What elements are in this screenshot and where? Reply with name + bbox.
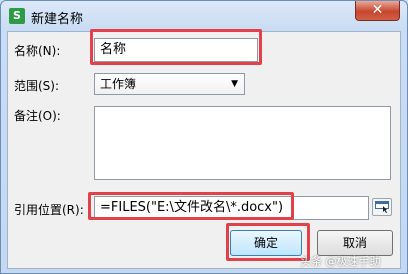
scope-select[interactable]: 工作簿 ▼ xyxy=(94,73,245,95)
refers-to-input[interactable]: =FILES("E:\文件改名\*.docx") xyxy=(94,196,369,220)
new-name-dialog: S 新建名称 ✕ 名称(N): 名称 范围(S): 工作簿 ▼ 备注(O): 引… xyxy=(0,0,408,274)
close-button[interactable]: ✕ xyxy=(355,1,400,21)
range-select-button[interactable] xyxy=(372,198,392,216)
title-bar[interactable]: S 新建名称 xyxy=(1,1,407,31)
spreadsheet-app-icon: S xyxy=(9,8,25,24)
name-input[interactable]: 名称 xyxy=(94,38,258,62)
scope-label: 范围(S): xyxy=(14,79,60,93)
dialog-title: 新建名称 xyxy=(31,12,84,27)
dialog-body: 名称(N): 名称 范围(S): 工作簿 ▼ 备注(O): 引用位置(R): =… xyxy=(7,29,401,269)
watermark-text: 头条 @极速手助 xyxy=(300,255,381,268)
comment-label: 备注(O): xyxy=(14,109,61,123)
refers-to-label: 引用位置(R): xyxy=(14,203,84,217)
comment-textarea[interactable] xyxy=(94,106,391,180)
chevron-down-icon: ▼ xyxy=(231,79,238,89)
name-label: 名称(N): xyxy=(14,44,61,58)
close-icon: ✕ xyxy=(371,2,384,18)
range-select-icon xyxy=(375,201,389,213)
scope-select-value: 工作簿 xyxy=(100,77,137,91)
ok-button[interactable]: 确定 xyxy=(230,230,302,256)
